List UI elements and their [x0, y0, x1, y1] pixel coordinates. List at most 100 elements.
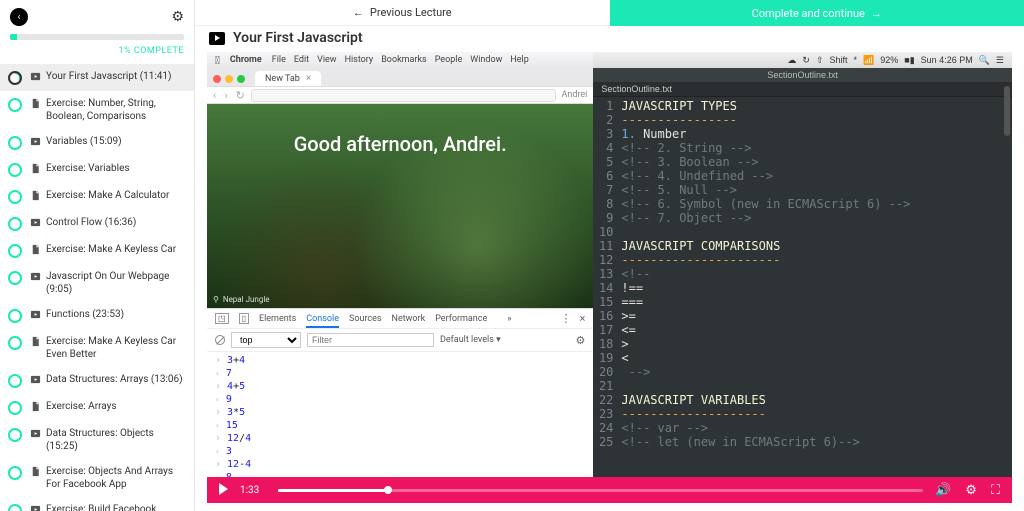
- play-button[interactable]: [219, 483, 228, 498]
- context-select[interactable]: top: [231, 332, 301, 348]
- editor-line: 11JAVASCRIPT COMPARISONS: [593, 239, 1012, 253]
- devtools-tab[interactable]: Network: [392, 314, 426, 324]
- editor-scrollbar[interactable]: [1004, 86, 1010, 499]
- lesson-item[interactable]: Exercise: Make A Keyless Car: [0, 237, 194, 264]
- player-settings-icon[interactable]: ⚙: [965, 483, 977, 498]
- console-line: ‹15: [215, 419, 585, 432]
- lesson-item[interactable]: Exercise: Build Facebook (11:16): [0, 497, 194, 511]
- console-line: ‹7: [215, 367, 585, 380]
- cloud-icon: ☁: [787, 55, 796, 66]
- previous-lecture-button[interactable]: ← Previous Lecture: [195, 0, 610, 26]
- menu-item[interactable]: Edit: [294, 55, 309, 65]
- lesson-title: Exercise: Make A Keyless Car: [46, 243, 176, 256]
- url-input[interactable]: [251, 89, 556, 102]
- lesson-title: Exercise: Arrays: [46, 400, 117, 413]
- editor-tab[interactable]: SectionOutline.txt: [593, 82, 1012, 97]
- previous-lecture-label: Previous Lecture: [370, 6, 452, 19]
- menu-item[interactable]: Window: [470, 55, 502, 65]
- complete-continue-button[interactable]: Complete and continue →: [610, 0, 1024, 26]
- battery-text: 92%: [880, 55, 898, 65]
- fullscreen-icon[interactable]: ⛶: [991, 483, 1000, 498]
- lesson-item[interactable]: Data Structures: Arrays (13:06): [0, 367, 194, 394]
- menu-item[interactable]: Help: [510, 55, 528, 65]
- lesson-status-icon: [8, 163, 22, 177]
- browser-tab-label: New Tab: [265, 74, 300, 84]
- nav-buttons[interactable]: ‹›↻: [213, 89, 245, 102]
- greeting-text: Good afternoon, Andrei.: [207, 104, 593, 184]
- lesson-status-icon: [8, 336, 22, 350]
- lesson-item[interactable]: Exercise: Number, String, Boolean, Compa…: [0, 91, 194, 129]
- play-icon: [30, 428, 41, 439]
- devtools-settings-icon[interactable]: ⋮: [561, 312, 572, 325]
- lesson-title: Exercise: Make A Keyless Car Even Better: [46, 335, 186, 361]
- devtools-close-icon[interactable]: ×: [580, 312, 586, 325]
- console-filter-input[interactable]: [307, 333, 434, 347]
- devtools-tab[interactable]: Console: [306, 314, 339, 328]
- lesson-title: Exercise: Build Facebook (11:16): [46, 503, 186, 511]
- play-icon: [30, 136, 41, 147]
- console-line: ›12-4: [215, 458, 585, 471]
- more-icon[interactable]: »: [507, 314, 511, 324]
- editor-line: 5<!-- 3. Boolean -->: [593, 155, 1012, 169]
- document-icon: [30, 244, 41, 255]
- progress-label: 1% COMPLETE: [10, 46, 184, 56]
- complete-continue-label: Complete and continue: [752, 7, 865, 20]
- lesson-title: Your First Javascript (11:41): [46, 70, 172, 83]
- devtools-tab[interactable]: Sources: [349, 314, 382, 324]
- back-button[interactable]: ‹: [10, 8, 28, 26]
- lesson-item[interactable]: Exercise: Variables: [0, 156, 194, 183]
- menu-item[interactable]: Bookmarks: [381, 55, 426, 65]
- mac-status-bar: ☁ ↻ ⇧ Shift * 📶 92% ■▮ Sun 4:26 PM 🔍 ☰: [593, 52, 1012, 68]
- device-icon[interactable]: ▯: [239, 313, 249, 324]
- console-toolbar: top Default levels ▾ ⚙: [207, 329, 593, 352]
- lesson-item[interactable]: Exercise: Make A Keyless Car Even Better: [0, 329, 194, 367]
- window-controls[interactable]: [213, 75, 245, 83]
- progress-section: 1% COMPLETE: [0, 30, 194, 64]
- lesson-item[interactable]: Functions (23:53): [0, 302, 194, 329]
- lesson-item[interactable]: Javascript On Our Webpage (9:05): [0, 264, 194, 302]
- document-icon: [30, 190, 41, 201]
- console-settings-icon[interactable]: ⚙: [576, 334, 586, 347]
- lesson-status-icon: [8, 190, 22, 204]
- lesson-status-icon: [8, 374, 22, 388]
- lesson-item[interactable]: Variables (15:09): [0, 129, 194, 156]
- lesson-item[interactable]: Exercise: Arrays: [0, 394, 194, 421]
- log-levels-select[interactable]: Default levels ▾: [440, 335, 520, 345]
- lesson-item[interactable]: Data Structures: Objects (15:25): [0, 421, 194, 459]
- editor-line: 31. Number: [593, 127, 1012, 141]
- volume-icon[interactable]: 🔊: [935, 483, 951, 498]
- settings-icon[interactable]: ⚙: [171, 9, 184, 25]
- lesson-item[interactable]: Control Flow (16:36): [0, 210, 194, 237]
- lesson-title: Exercise: Make A Calculator: [46, 189, 169, 202]
- menu-item[interactable]: View: [317, 55, 336, 65]
- lesson-title: Functions (23:53): [46, 308, 124, 321]
- devtools-tab[interactable]: Performance: [435, 314, 487, 324]
- close-icon[interactable]: ×: [306, 73, 311, 84]
- editor-line: 8<!-- 6. Symbol (new in ECMAScript 6) --…: [593, 197, 1012, 211]
- devtools-tab[interactable]: Elements: [259, 314, 296, 324]
- menu-item[interactable]: File: [272, 55, 286, 65]
- play-icon: [30, 504, 41, 511]
- lesson-item[interactable]: Your First Javascript (11:41): [0, 64, 194, 91]
- menu-item[interactable]: People: [435, 55, 463, 65]
- document-icon: [30, 401, 41, 412]
- text-editor-mock: ☁ ↻ ⇧ Shift * 📶 92% ■▮ Sun 4:26 PM 🔍 ☰: [593, 52, 1012, 503]
- play-icon: [30, 71, 41, 82]
- lesson-item[interactable]: Exercise: Objects And Arrays For Faceboo…: [0, 459, 194, 497]
- seek-bar[interactable]: [278, 489, 923, 492]
- progress-bar: [10, 34, 184, 40]
- lesson-status-icon: [8, 244, 22, 258]
- editor-line: 1JAVASCRIPT TYPES: [593, 99, 1012, 113]
- inspect-icon[interactable]: ◳: [215, 313, 229, 324]
- browser-tabstrip: New Tab ×: [207, 68, 593, 86]
- menu-item[interactable]: History: [345, 55, 374, 65]
- clear-console-icon[interactable]: [215, 335, 225, 345]
- lesson-item[interactable]: Exercise: Make A Calculator: [0, 183, 194, 210]
- document-icon: [30, 98, 41, 109]
- search-icon: 🔍: [979, 55, 990, 66]
- browser-tab[interactable]: New Tab ×: [255, 71, 321, 86]
- editor-line: 24<!-- var -->: [593, 421, 1012, 435]
- lesson-title: Data Structures: Objects (15:25): [46, 427, 186, 453]
- editor-body: 1JAVASCRIPT TYPES2----------------31. Nu…: [593, 97, 1012, 503]
- menu-app-name: Chrome: [230, 55, 262, 65]
